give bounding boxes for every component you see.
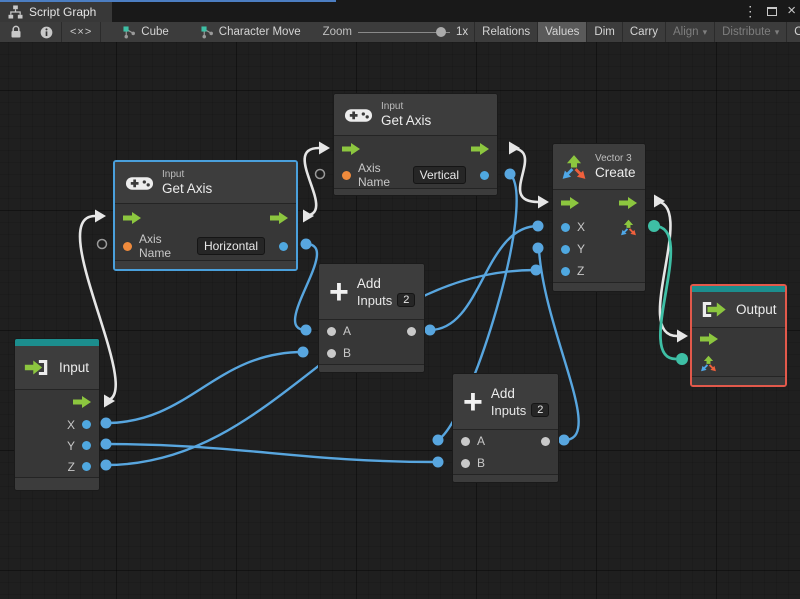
axis-name-port[interactable]: [342, 170, 351, 180]
wire-getaxis-v-to-vector3: [508, 146, 539, 204]
breadcrumb-cube[interactable]: Cube: [115, 22, 177, 42]
unity-script-graph-window: Script Graph ⋮ × <×> Cube Character Move: [0, 0, 800, 599]
plus-icon: +: [329, 272, 349, 311]
breadcrumb-character-move[interactable]: Character Move: [193, 22, 309, 42]
window-menu-icon[interactable]: ⋮: [743, 3, 757, 20]
wire-vector3-to-output: [653, 199, 678, 338]
chevron-down-icon: ▾: [774, 26, 780, 37]
control-in-port[interactable]: [342, 143, 360, 155]
graph-node-icon: [201, 26, 214, 39]
input-door-icon: [23, 358, 51, 377]
toggle-values[interactable]: Values: [538, 22, 587, 42]
code-icon: <×>: [70, 26, 93, 38]
axis-name-input[interactable]: Vertical: [412, 166, 466, 184]
control-out-port[interactable]: [270, 212, 288, 224]
axis-name-input[interactable]: Horizontal: [196, 237, 265, 255]
wire-add1-to-vector3-x: [429, 224, 539, 332]
port-y-out[interactable]: [82, 441, 91, 450]
control-out-port[interactable]: [471, 143, 489, 155]
wire-horizontal-to-add1-a: [293, 242, 319, 332]
vector3-icon: [561, 154, 587, 180]
control-in-port[interactable]: [700, 333, 718, 345]
node-graph-output[interactable]: Output: [690, 284, 787, 387]
control-out-port[interactable]: [73, 396, 91, 408]
tab-script-graph[interactable]: Script Graph: [0, 2, 112, 22]
node-get-axis-horizontal[interactable]: Input Get Axis Axis Name Horizontal: [113, 160, 298, 271]
tab-title: Script Graph: [29, 5, 97, 19]
graph-tree-icon: [8, 5, 23, 19]
port-b-in[interactable]: [461, 458, 470, 468]
zoom-label: Zoom: [322, 26, 352, 38]
maximize-icon[interactable]: [767, 6, 778, 16]
info-button[interactable]: [32, 22, 61, 42]
edit-code-button[interactable]: <×>: [62, 22, 100, 42]
chevron-down-icon: ▾: [702, 26, 708, 37]
wire-input-y-to-add2-b: [105, 442, 439, 464]
control-out-port[interactable]: [619, 197, 637, 209]
graph-node-icon: [123, 26, 136, 39]
align-dropdown: Align ▾: [673, 26, 708, 38]
toggle-carry[interactable]: Carry: [623, 22, 665, 42]
info-icon: [40, 26, 53, 39]
teal-strip: [15, 339, 99, 346]
wire-getaxis-h-to-getaxis-v: [302, 146, 320, 218]
zoom-slider[interactable]: [358, 27, 450, 37]
sum-out-port[interactable]: [541, 436, 550, 446]
port-x-in[interactable]: [561, 222, 570, 232]
inputs-count-input[interactable]: 2: [531, 403, 550, 417]
close-icon[interactable]: ×: [787, 3, 796, 18]
node-vector3-create[interactable]: Vector 3 Create X Y Z: [552, 143, 646, 292]
vector3-result-out-port[interactable]: [620, 219, 637, 236]
port-z-out[interactable]: [82, 462, 91, 471]
axis-name-port[interactable]: [123, 241, 132, 251]
plus-icon: +: [463, 382, 483, 421]
wire-vector3-result-to-output: [653, 224, 677, 361]
port-x-out[interactable]: [82, 420, 91, 429]
node-get-axis-vertical[interactable]: Input Get Axis Axis Name Vertical: [333, 93, 498, 196]
gamepad-icon: [344, 106, 373, 124]
node-add-2[interactable]: + Add Inputs 2 A B: [452, 373, 559, 483]
zoom-value: 1x: [456, 26, 469, 38]
port-b-in[interactable]: [327, 348, 336, 358]
unconnected-port-ring: [96, 238, 108, 250]
axis-value-out-port[interactable]: [279, 241, 288, 251]
zoom-slider-handle[interactable]: [436, 27, 446, 37]
node-graph-input[interactable]: Input X Y Z: [14, 338, 100, 491]
inputs-count-input[interactable]: 2: [397, 293, 416, 307]
toggle-relations[interactable]: Relations: [475, 22, 537, 42]
output-door-icon: [700, 300, 728, 319]
port-y-in[interactable]: [561, 244, 570, 254]
lock-icon: [10, 25, 22, 39]
control-in-port[interactable]: [123, 212, 141, 224]
unconnected-port-ring: [314, 168, 326, 180]
tab-bar: Script Graph ⋮ ×: [0, 0, 800, 22]
sum-out-port[interactable]: [407, 326, 416, 336]
port-a-in[interactable]: [327, 326, 336, 336]
toggle-overview[interactable]: Overview: [787, 22, 800, 42]
port-z-in[interactable]: [561, 266, 570, 276]
distribute-dropdown: Distribute ▾: [722, 26, 780, 38]
wire-input-x-to-add1-b: [105, 350, 304, 425]
toggle-dim[interactable]: Dim: [587, 22, 621, 42]
gamepad-icon: [125, 174, 154, 192]
port-a-in[interactable]: [461, 436, 470, 446]
lock-button[interactable]: [0, 22, 32, 42]
vector3-in-port[interactable]: [700, 355, 717, 372]
control-in-port[interactable]: [561, 197, 579, 209]
axis-value-out-port[interactable]: [480, 170, 489, 180]
graph-toolbar: <×> Cube Character Move Zoom 1x Relation…: [0, 22, 800, 42]
graph-canvas[interactable]: Input Get Axis Axis Name Vertical Input …: [0, 42, 800, 599]
node-add-1[interactable]: + Add Inputs 2 A B: [318, 263, 425, 373]
